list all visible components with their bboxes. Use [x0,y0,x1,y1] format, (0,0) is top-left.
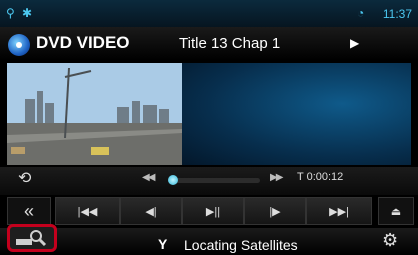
search-button[interactable] [7,224,57,252]
skip-next-icon: ▶▶| [329,205,349,218]
status-bar [0,0,418,27]
collapse-panel-icon: « [23,200,34,221]
skip-previous-icon: |◀◀ [77,205,98,218]
disc-icon [8,34,30,56]
fast-forward-icon: ▶▶ [270,172,283,183]
city-skyline-image [7,63,182,165]
skip-next-button[interactable]: ▶▶| [306,197,372,225]
elapsed-time: T 0:00:12 [297,171,344,183]
navigation-status[interactable]: Locating Satellites [184,237,298,253]
play-pause-icon: ▶|| [205,205,221,218]
eject-icon: ⏏ [390,205,402,218]
step-back-icon: ◀| [145,205,157,218]
step-forward-button[interactable]: |▶ [244,197,306,225]
collapse-panel-button[interactable]: « [7,197,51,225]
step-forward-icon: |▶ [269,205,281,218]
clock: 11:37 [382,7,412,21]
step-back-button[interactable]: ◀| [120,197,182,225]
bluetooth-icon: ✱ [22,6,33,20]
eject-button[interactable]: ⏏ [378,197,414,225]
source-name: DVD VIDEO [36,33,130,52]
play-indicator-icon: ▶ [350,36,360,50]
rewind-icon: ◀◀ [142,172,155,183]
navigation-icon: Y [158,236,168,252]
search-icon [16,230,47,247]
repeat-button[interactable]: ⟲ [18,168,31,188]
background-art [182,63,411,165]
location-pin-icon: ⚲ [6,6,15,20]
play-pause-button[interactable]: ▶|| [182,197,244,225]
track-info: Title 13 Chap 1 [179,35,281,52]
settings-gear-icon[interactable]: ⚙ [382,230,398,251]
video-preview[interactable] [7,63,182,165]
wifi-icon: ◔ [357,6,365,20]
seek-bar[interactable] [168,178,260,183]
seek-handle[interactable] [167,175,178,185]
skip-previous-button[interactable]: |◀◀ [55,197,120,225]
